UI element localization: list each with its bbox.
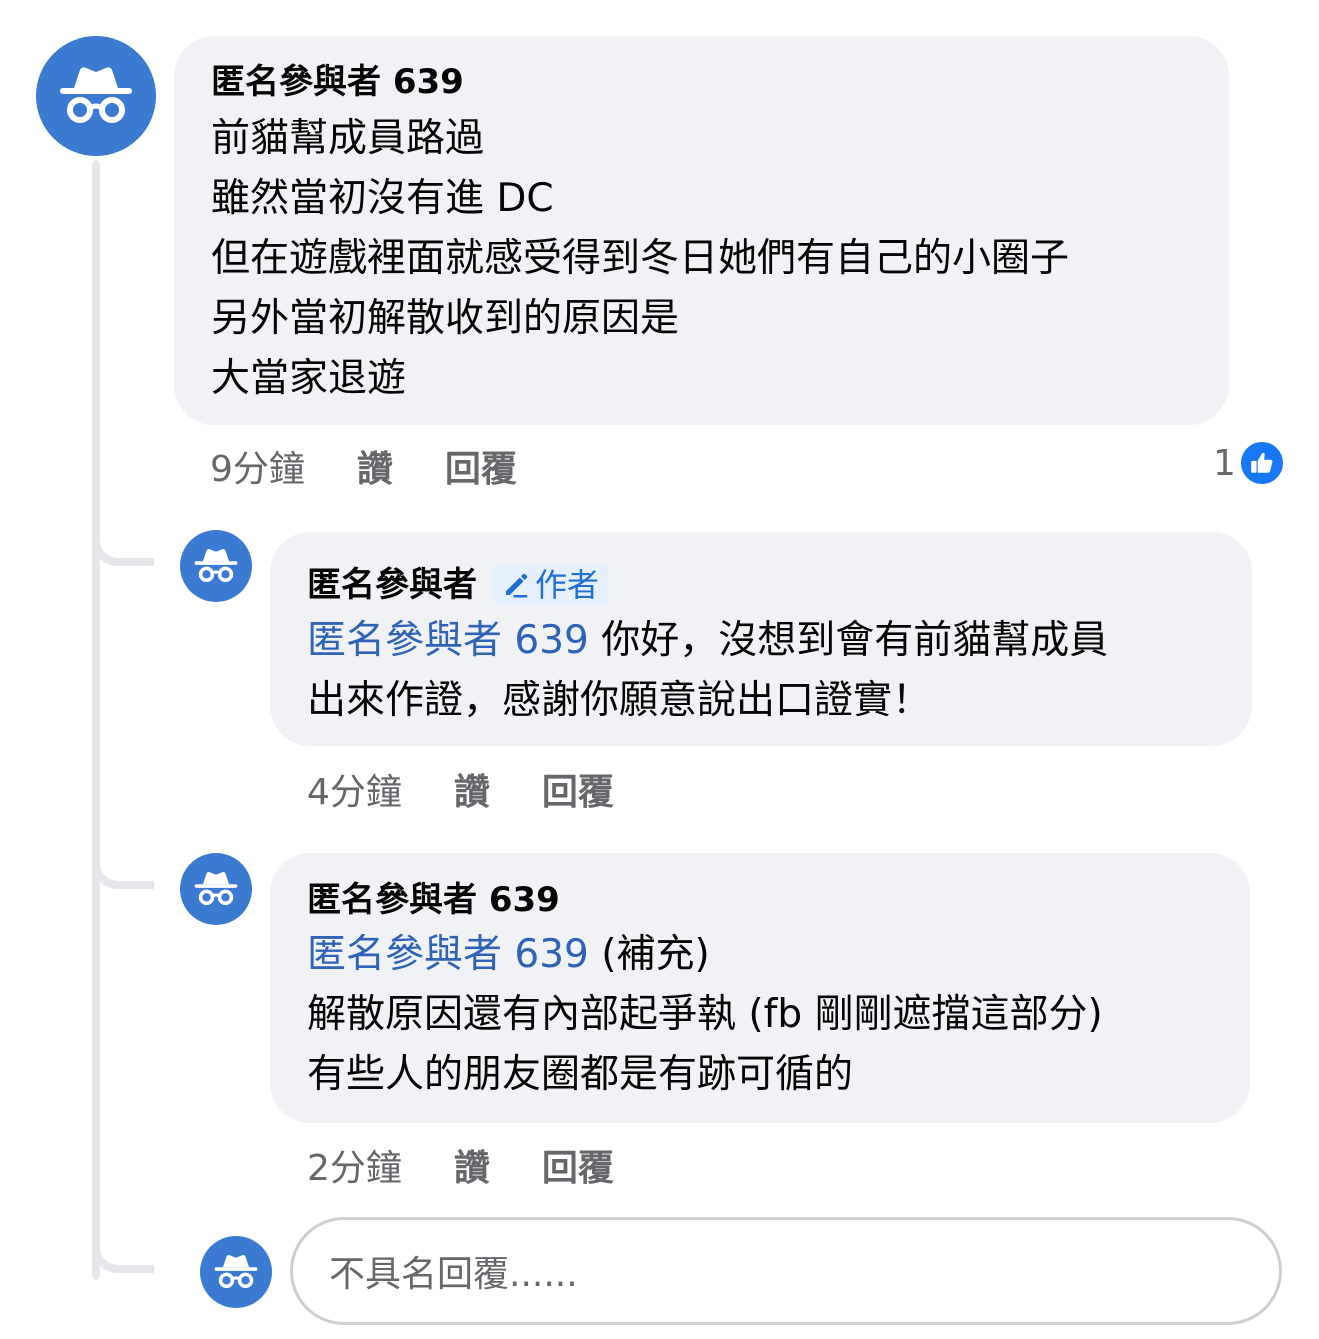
- comment-line: 大當家退遊: [211, 356, 407, 401]
- comment-text: 你好，沒想到會有前貓幫成員: [588, 618, 1109, 663]
- comment-timestamp[interactable]: 2分鐘: [307, 1139, 402, 1191]
- thumbs-up-icon: [1237, 439, 1286, 487]
- mention-link[interactable]: 匿名參與者 639: [307, 932, 589, 977]
- avatar: [200, 1236, 272, 1308]
- comment-body: 匿名參與者 639 你好，沒想到會有前貓幫成員 出來作證，感謝你願意說出口證實！: [307, 611, 1108, 731]
- reply-button[interactable]: 回覆: [542, 763, 614, 815]
- comment-body: 前貓幫成員路過 雖然當初沒有進 DC 但在遊戲裡面就感受得到冬日她們有自己的小圈…: [211, 109, 1069, 409]
- comment-timestamp[interactable]: 9分鐘: [210, 440, 305, 492]
- comment-bubble: 匿名參與者 639 匿名參與者 639 (補充) 解散原因還有內部起爭執 (fb…: [270, 853, 1250, 1123]
- comment-text: (補充): [588, 932, 710, 977]
- comment-author[interactable]: 匿名參與者 639: [211, 59, 464, 105]
- incognito-icon: [194, 871, 238, 906]
- comment-bubble: 匿名參與者 639 前貓幫成員路過 雖然當初沒有進 DC 但在遊戲裡面就感受得到…: [174, 36, 1229, 425]
- comment-author[interactable]: 匿名參與者 639: [307, 877, 560, 923]
- thread-line: [92, 160, 100, 1280]
- comment-line: 另外當初解散收到的原因是: [211, 296, 680, 341]
- reaction-number: 1: [1213, 442, 1236, 484]
- comment-line: 匿名參與者 639 (補充): [307, 925, 1103, 985]
- avatar[interactable]: [180, 853, 252, 925]
- incognito-icon: [60, 67, 132, 123]
- comment-line: 前貓幫成員路過: [211, 116, 485, 161]
- comment-line: 出來作證，感謝你願意說出口證實！: [307, 678, 932, 723]
- comment-line: 匿名參與者 639 你好，沒想到會有前貓幫成員: [307, 611, 1108, 671]
- like-button[interactable]: 讚: [454, 763, 490, 815]
- comment-line: 雖然當初沒有進 DC: [211, 176, 554, 221]
- mention-link[interactable]: 匿名參與者 639: [307, 618, 589, 663]
- comment-timestamp[interactable]: 4分鐘: [307, 763, 402, 815]
- like-button[interactable]: 讚: [454, 1139, 490, 1191]
- thread-branch: [92, 538, 154, 566]
- comment-actions: 9分鐘 讚 回覆: [210, 440, 569, 492]
- comment-body: 匿名參與者 639 (補充) 解散原因還有內部起爭執 (fb 剛剛遮擋這部分) …: [307, 925, 1103, 1105]
- thread-branch: [92, 1245, 154, 1273]
- comment-line: 解散原因還有內部起爭執 (fb 剛剛遮擋這部分): [307, 992, 1103, 1037]
- pencil-icon: [506, 573, 528, 597]
- reply-button[interactable]: 回覆: [542, 1139, 614, 1191]
- comment-author-row: 匿名參與者 作者: [307, 562, 610, 608]
- avatar[interactable]: [36, 36, 156, 156]
- reply-input[interactable]: 不具名回覆......: [290, 1217, 1282, 1325]
- thread-branch: [92, 861, 154, 889]
- author-badge-label: 作者: [535, 565, 600, 604]
- comment-line: 有些人的朋友圈都是有跡可循的: [307, 1052, 854, 1097]
- comment-actions: 4分鐘 讚 回覆: [307, 763, 666, 815]
- like-button[interactable]: 讚: [357, 440, 393, 492]
- comment-actions: 2分鐘 讚 回覆: [307, 1139, 666, 1191]
- avatar[interactable]: [180, 530, 252, 602]
- reply-input-placeholder: 不具名回覆......: [329, 1254, 578, 1295]
- comment-author[interactable]: 匿名參與者: [307, 565, 477, 605]
- incognito-icon: [194, 548, 238, 583]
- incognito-icon: [214, 1254, 258, 1289]
- comment-bubble: 匿名參與者 作者 匿名參與者 639 你好，沒想到會有前貓幫成員 出來作證，感謝你…: [270, 532, 1252, 746]
- reply-button[interactable]: 回覆: [445, 440, 517, 492]
- reaction-count[interactable]: 1: [1213, 439, 1286, 487]
- author-badge: 作者: [493, 563, 610, 606]
- comment-line: 但在遊戲裡面就感受得到冬日她們有自己的小圈子: [211, 236, 1070, 281]
